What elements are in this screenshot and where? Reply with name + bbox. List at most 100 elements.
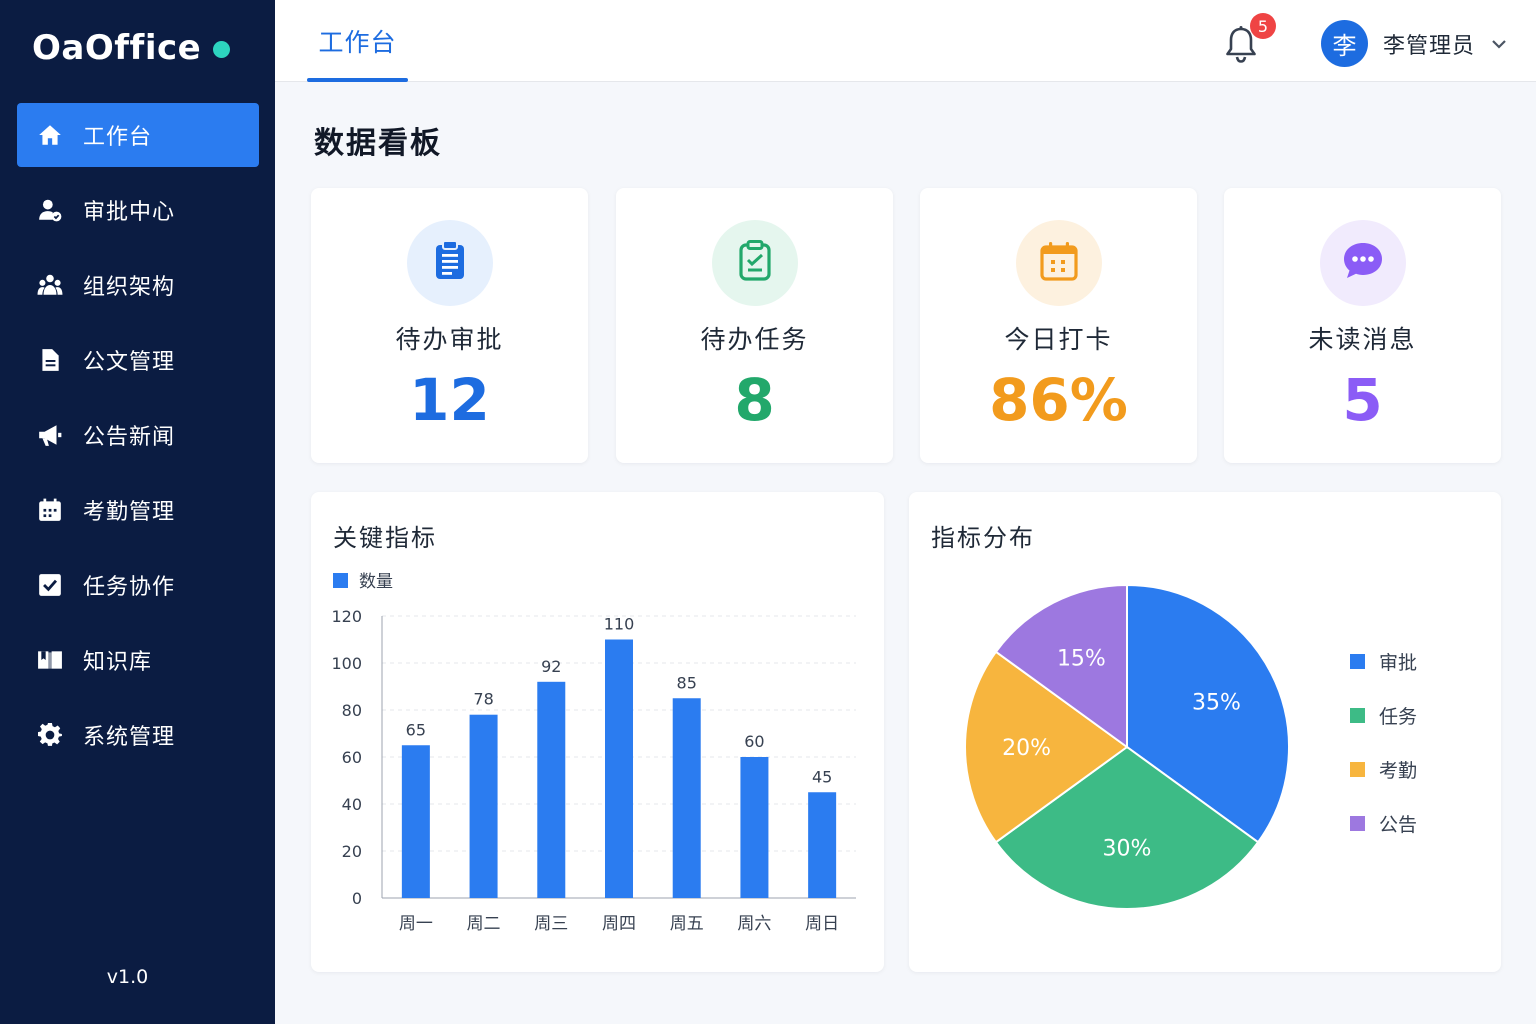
legend-label: 公告 <box>1379 814 1417 836</box>
sidebar-item-label: 公告新闻 <box>83 425 176 450</box>
legend-swatch <box>1350 708 1365 723</box>
top-header: 工作台 5 李 李管理员 <box>275 0 1536 82</box>
sidebar-item-organization[interactable]: 组织架构 <box>17 253 259 317</box>
team-icon <box>37 272 63 298</box>
stat-icon-wrap <box>1016 220 1102 306</box>
stat-card-pending-tasks[interactable]: 待办任务 8 <box>616 188 893 463</box>
key-metrics-card: 关键指标 数量 0 20 40 60 80 100 120 65 周一 78 周二 92 周三 110 周四 8… <box>311 492 884 972</box>
bar-value-label: 78 <box>473 690 493 709</box>
bar[interactable] <box>537 681 566 898</box>
y-tick-label: 60 <box>342 748 362 767</box>
stat-label: 未读消息 <box>1308 325 1417 354</box>
sidebar-item-approval[interactable]: 审批中心 <box>17 178 259 242</box>
stat-card-pending-approvals[interactable]: 待办审批 12 <box>311 188 588 463</box>
bar[interactable] <box>401 745 430 898</box>
legend-swatch <box>1350 762 1365 777</box>
sidebar-item-attendance[interactable]: 考勤管理 <box>17 478 259 542</box>
app-logo[interactable]: OaOffice <box>32 28 231 68</box>
bar-value-label: 92 <box>541 657 561 676</box>
sidebar-item-label: 工作台 <box>83 125 153 150</box>
bar[interactable] <box>808 792 837 898</box>
pie-chart: 35% 30% 20% 15% 审批任务考勤公告 <box>964 583 1417 910</box>
legend-swatch <box>1350 816 1365 831</box>
x-tick-label: 周四 <box>602 914 636 934</box>
stat-card-unread-messages[interactable]: 未读消息 5 <box>1224 188 1501 463</box>
pie-slice-label: 15% <box>1057 647 1106 672</box>
sidebar-item-label: 任务协作 <box>83 575 176 600</box>
chevron-down-icon[interactable] <box>1489 34 1509 54</box>
sidebar-item-tasks[interactable]: 任务协作 <box>17 553 259 617</box>
stat-value: 86% <box>989 366 1128 434</box>
x-tick-label: 周一 <box>399 914 433 934</box>
clipboard-check-icon <box>733 239 777 287</box>
book-icon <box>37 647 63 673</box>
sidebar-item-label: 知识库 <box>83 650 153 675</box>
chat-bubble-icon <box>1341 239 1385 287</box>
home-icon <box>37 122 63 148</box>
user-name[interactable]: 李管理员 <box>1383 28 1475 60</box>
pie-slice-label: 20% <box>1002 736 1051 761</box>
stat-card-checkin[interactable]: 今日打卡 86% <box>920 188 1197 463</box>
sidebar-item-label: 系统管理 <box>83 725 176 750</box>
document-icon <box>37 347 63 373</box>
sidebar: OaOffice 工作台 审批中心 组织架构 公文管理 公告新闻 考勤管理 任务… <box>0 0 275 1024</box>
legend-swatch <box>333 573 348 588</box>
gear-icon <box>37 722 63 748</box>
y-tick-label: 100 <box>331 654 362 673</box>
sidebar-item-documents[interactable]: 公文管理 <box>17 328 259 392</box>
y-tick-label: 0 <box>352 889 362 908</box>
stat-icon-wrap <box>1320 220 1406 306</box>
x-tick-label: 周日 <box>805 914 839 934</box>
legend-label: 数量 <box>359 572 393 592</box>
stat-label: 今日打卡 <box>1004 325 1113 354</box>
bar[interactable] <box>740 757 769 898</box>
bar[interactable] <box>605 639 633 899</box>
y-tick-label: 120 <box>331 607 362 626</box>
sidebar-nav: 工作台 审批中心 组织架构 公文管理 公告新闻 考勤管理 任务协作 知识库 系统… <box>17 103 259 778</box>
clipboard-list-icon <box>428 239 472 287</box>
bar-value-label: 60 <box>744 732 764 751</box>
page-title: 数据看板 <box>314 126 442 161</box>
x-tick-label: 周三 <box>534 914 568 934</box>
logo-dot <box>213 40 231 58</box>
tab-workbench[interactable]: 工作台 <box>307 0 408 82</box>
y-tick-label: 20 <box>342 842 362 861</box>
bar-value-label: 65 <box>406 720 426 739</box>
bar[interactable] <box>672 698 701 898</box>
legend-swatch <box>1350 654 1365 669</box>
y-tick-label: 40 <box>342 795 362 814</box>
bar[interactable] <box>469 714 498 898</box>
y-tick-label: 80 <box>342 701 362 720</box>
x-tick-label: 周六 <box>737 914 771 934</box>
sidebar-item-announcements[interactable]: 公告新闻 <box>17 403 259 467</box>
notification-count-badge: 5 <box>1250 13 1276 39</box>
calendar-check-icon <box>1037 239 1081 287</box>
sidebar-item-system[interactable]: 系统管理 <box>17 703 259 767</box>
stat-value: 8 <box>734 366 775 434</box>
stat-label: 待办审批 <box>395 325 504 354</box>
bar-value-label: 85 <box>677 673 697 692</box>
avatar[interactable]: 李 <box>1321 20 1368 67</box>
stat-value: 12 <box>409 366 490 434</box>
stat-label: 待办任务 <box>700 325 809 354</box>
legend-label: 任务 <box>1379 706 1417 728</box>
megaphone-icon <box>37 422 63 448</box>
x-tick-label: 周五 <box>670 914 704 934</box>
stat-icon-wrap <box>407 220 493 306</box>
bar-value-label: 110 <box>604 615 635 634</box>
stat-icon-wrap <box>712 220 798 306</box>
legend-label: 审批 <box>1379 652 1417 674</box>
sidebar-item-label: 公文管理 <box>83 350 176 375</box>
sidebar-item-label: 组织架构 <box>83 275 176 300</box>
bar-chart: 数量 0 20 40 60 80 100 120 65 周一 78 周二 92 周三 110 周四 85 周五 60… <box>331 572 856 934</box>
calendar-icon <box>37 497 63 523</box>
user-approval-icon <box>37 197 63 223</box>
sidebar-item-knowledge[interactable]: 知识库 <box>17 628 259 692</box>
pie-slice-label: 30% <box>1103 836 1152 861</box>
bar-value-label: 45 <box>812 767 832 786</box>
x-tick-label: 周二 <box>467 914 501 934</box>
pie-slice-label: 35% <box>1192 690 1241 715</box>
checkbox-icon <box>37 572 63 598</box>
legend-label: 考勤 <box>1379 760 1417 782</box>
sidebar-item-workbench[interactable]: 工作台 <box>17 103 259 167</box>
